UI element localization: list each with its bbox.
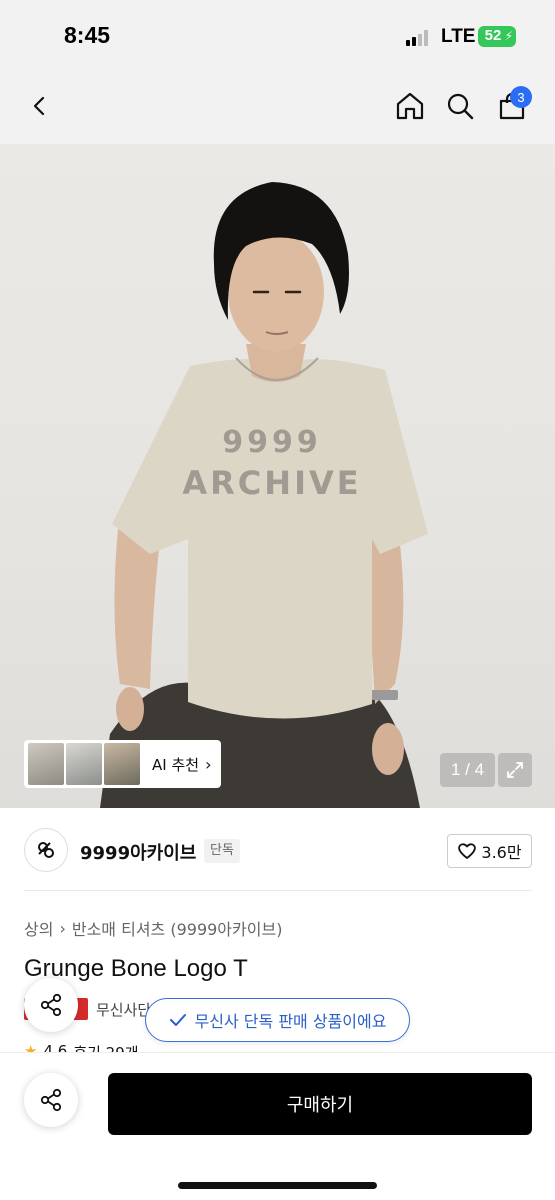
breadcrumb-item[interactable]: 반소매 티셔츠 (9999아카이브) (72, 916, 283, 940)
bottom-action-bar: 구매하기 (0, 1052, 555, 1200)
cart-button[interactable]: 3 (490, 84, 534, 128)
share-button[interactable] (24, 978, 78, 1032)
signal-icon (406, 30, 432, 46)
expand-button[interactable] (498, 753, 532, 787)
home-indicator (178, 1182, 377, 1189)
home-icon (396, 92, 424, 120)
home-button[interactable] (388, 84, 432, 128)
back-button[interactable] (18, 84, 62, 128)
chevron-left-icon (33, 96, 45, 116)
battery-level: 52 (484, 27, 502, 44)
check-icon (169, 1014, 186, 1026)
search-icon (447, 93, 474, 120)
buy-button[interactable]: 구매하기 (108, 1073, 532, 1135)
shirt-print-line1: 9999 (222, 425, 322, 460)
breadcrumb-item[interactable]: 상의 (24, 916, 53, 940)
product-image[interactable]: 9999 ARCHIVE AI 추천 › 1 / 4 (0, 144, 555, 808)
divider (24, 890, 532, 891)
share-icon (40, 1088, 62, 1112)
thumbnail[interactable] (28, 743, 64, 785)
thumbnail[interactable] (104, 743, 140, 785)
share-icon (40, 993, 62, 1017)
ai-recommend-strip[interactable]: AI 추천 › (24, 740, 222, 788)
image-counter: 1 / 4 (440, 753, 495, 787)
brand-logo-icon (38, 842, 54, 858)
share-button[interactable] (24, 1073, 78, 1127)
like-count: 3.6만 (481, 843, 522, 862)
brand-name[interactable]: 9999아카이브 (80, 839, 196, 865)
shirt-print-line2: ARCHIVE (182, 464, 361, 502)
brand-logo[interactable] (24, 828, 68, 872)
expand-icon (507, 762, 523, 778)
status-time: 8:45 (64, 22, 111, 48)
like-button[interactable]: 3.6만 (447, 834, 532, 868)
status-bar: 8:45 LTE 52 ⚡ (0, 0, 555, 74)
heart-icon (458, 843, 477, 859)
battery-icon: 52 ⚡ (478, 26, 516, 47)
search-button[interactable] (438, 84, 482, 128)
exclusive-toast: 무신사 단독 판매 상품이에요 (145, 998, 410, 1042)
thumbnail[interactable] (66, 743, 102, 785)
exclusive-tag: 단독 (204, 839, 240, 863)
cart-count-badge: 3 (510, 86, 532, 108)
chevron-right-icon: › (205, 754, 212, 774)
ai-recommend-label: AI 추천 (152, 755, 200, 774)
nav-bar: 3 (0, 74, 555, 144)
exclusive-toast-text: 무신사 단독 판매 상품이에요 (194, 1012, 387, 1031)
breadcrumb: 상의 › 반소매 티셔츠 (9999아카이브) (24, 916, 282, 940)
bolt-icon: ⚡ (504, 29, 513, 43)
store-label: 무신사단 (96, 1001, 152, 1019)
model-photo: 9999 ARCHIVE (100, 182, 428, 808)
breadcrumb-separator-icon: › (59, 918, 66, 938)
network-label: LTE (441, 26, 476, 47)
